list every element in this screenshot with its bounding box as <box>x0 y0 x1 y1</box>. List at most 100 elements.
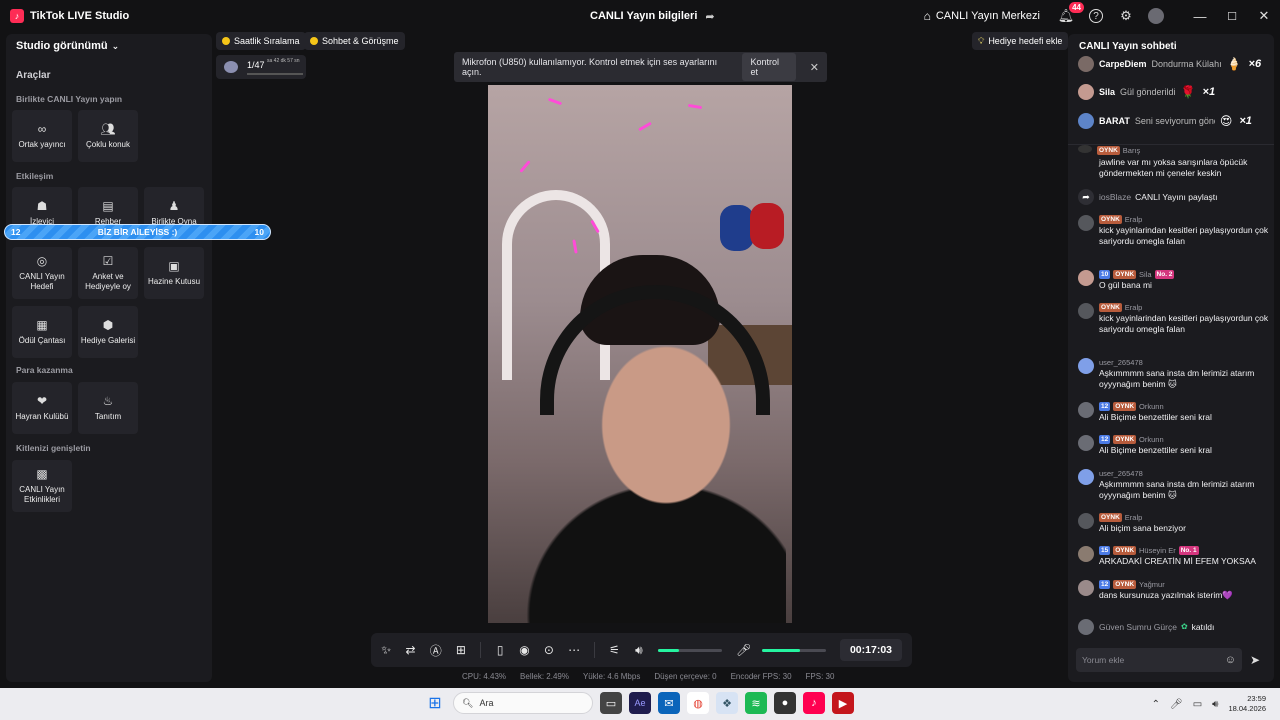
link-icon: ∞ <box>37 122 47 136</box>
stream-control-bar: ✨︎ ⇄ Ⓐ ⊞ ▯ ◉ ⊙ ⋯ ⚟ 🔊︎ 🎤︎ 00:17:03 <box>371 633 912 667</box>
live-center-button[interactable]: ⌂ CANLI Yayın Merkezi <box>924 9 1040 23</box>
fps-stat: FPS: 30 <box>805 672 835 681</box>
mic-slider[interactable] <box>762 648 826 652</box>
live-info-button[interactable]: CANLI Yayın bilgileri ➦ <box>590 0 715 32</box>
add-source-icon[interactable]: ⊞ <box>456 643 466 657</box>
tile-cohost[interactable]: ∞ Ortak yayıncı <box>12 110 72 162</box>
mic-tray-icon[interactable]: 🎤︎ <box>1170 699 1183 710</box>
phone-icon[interactable]: ▯ <box>495 643 505 657</box>
close-button[interactable]: ✕ <box>1248 0 1280 32</box>
ice-cream-icon: 🍦 <box>1226 57 1242 71</box>
rose-icon: 🌹 <box>1180 85 1196 99</box>
gift-row: BARAT Seni seviyorum gönder 😍 ×1 <box>1078 112 1268 130</box>
chrome-icon[interactable]: ◍ <box>687 692 709 714</box>
gallery-icon: ⬢ <box>102 318 114 332</box>
volume-slider[interactable] <box>658 648 723 652</box>
tile-live-events[interactable]: ▩ CANLI Yayın Etkinlikleri <box>12 460 72 512</box>
avatar <box>1078 270 1094 286</box>
help-button[interactable]: ? <box>1088 8 1104 24</box>
ranking-widget[interactable]: 1/47 sa 42 dk 57 sn <box>216 55 306 79</box>
tiktok-logo-icon: ♪ <box>10 9 24 23</box>
home-icon: ⌂ <box>923 9 931 23</box>
ai-icon[interactable]: Ⓐ <box>430 642 442 659</box>
maximize-button[interactable]: ☐ <box>1216 0 1248 32</box>
settings-button[interactable]: ⚙ <box>1118 8 1134 24</box>
avatar <box>1078 513 1094 529</box>
comment-placeholder: Yorum ekle <box>1082 655 1125 665</box>
emoji-icon[interactable]: ☺ <box>1225 654 1236 666</box>
target-icon: ◎ <box>36 254 48 268</box>
clock[interactable]: 23:59 18.04.2026 <box>1228 694 1266 714</box>
chat-message: OYNK Eralp Ali biçim sana benziyor <box>1078 512 1270 534</box>
record-icon[interactable]: ◉ <box>519 643 529 657</box>
tile-multi-guest[interactable]: 👥︎ Çoklu konuk <box>78 110 138 162</box>
chat-message: 12 OYNK Orkunn Ali Biçime benzettiler seni… <box>1078 401 1270 423</box>
section-engage: Etkileşim <box>16 171 54 181</box>
encoder-fps-stat: Encoder FPS: 30 <box>730 672 792 681</box>
tile-live-goal[interactable]: ◎ CANLI Yayın Hedefi <box>12 247 72 299</box>
gift-goal-button[interactable]: 💡︎ Hediye hedefi ekle <box>972 32 1069 50</box>
magic-wand-icon[interactable]: ✨︎ <box>381 643 391 658</box>
hourly-ranking-button[interactable]: Saatlik Sıralama <box>216 32 306 50</box>
comment-input[interactable]: Yorum ekle ☺ <box>1076 648 1242 672</box>
leaf-icon: ✿ <box>1180 622 1188 631</box>
gamepad-icon: ♟ <box>168 199 180 213</box>
chat-meet-button[interactable]: Sohbet & Görüşme <box>304 32 405 50</box>
studio-view-dropdown[interactable]: Studio görünümü ⌄ <box>16 40 119 52</box>
volume-tray-icon[interactable]: 🔊︎ <box>1212 699 1218 710</box>
tiktok-app-icon[interactable]: ♪ <box>803 692 825 714</box>
cpu-stat: CPU: 4.43% <box>462 672 507 681</box>
mixer-icon[interactable]: ⚟ <box>609 643 620 657</box>
chat-message: 15 OYNK Hüseyin Er No. 1 ARKADAKİ CREATİN M… <box>1078 545 1270 567</box>
tile-treasure[interactable]: ▣ Hazine Kutusu <box>144 247 204 299</box>
send-icon[interactable]: ➤ <box>1250 653 1260 667</box>
toast-close-icon[interactable]: ✕ <box>810 61 819 74</box>
video-glove-blue <box>720 205 754 251</box>
chat-message: OYNK Eralp kick yayinlarindan kesitleri p… <box>1078 214 1270 247</box>
share-icon: ➦ <box>705 10 715 23</box>
capture-icon[interactable]: ⊙ <box>544 643 554 657</box>
taskbar-search[interactable]: 🔍︎ Ara <box>453 692 593 714</box>
translate-icon[interactable]: ⇄ <box>405 643 416 657</box>
section-together: Birlikte CANLI Yayın yapın <box>16 94 123 104</box>
speaker-icon[interactable]: 🔊︎ <box>634 643 644 658</box>
profile-avatar[interactable] <box>1148 8 1164 24</box>
chat-coin-icon <box>310 37 318 45</box>
spotify-icon[interactable]: ≋ <box>745 692 767 714</box>
task-view-icon[interactable]: ▭ <box>600 692 622 714</box>
app-icon[interactable]: ● <box>774 692 796 714</box>
chat-share-event: ➦ iosBlaze CANLI Yayını paylaştı <box>1078 188 1270 205</box>
network-icon[interactable]: ▭ <box>1193 699 1202 710</box>
tile-promote[interactable]: ♨ Tanıtım <box>78 382 138 434</box>
tools-sidebar: Studio görünümü ⌄ Araçlar Birlikte CANLI… <box>6 34 212 682</box>
avatar <box>1078 546 1094 562</box>
minimize-button[interactable]: — <box>1184 0 1216 32</box>
chat-message: 12 OYNK Yağmur dans kursunuza yazılmak ist… <box>1078 579 1270 601</box>
tile-reward-bag[interactable]: ▦ Ödül Çantası <box>12 306 72 358</box>
chat-message-partial: OYNK Barış <box>1078 145 1270 156</box>
chevron-up-icon[interactable]: ⌃ <box>1152 699 1160 710</box>
settings-app-icon[interactable]: ❖ <box>716 692 738 714</box>
tile-poll[interactable]: ☑ Anket ve Hediyeyle oy <box>78 247 138 299</box>
check-button[interactable]: Kontrol et <box>742 53 796 81</box>
chevron-down-icon: ⌄ <box>111 40 120 51</box>
video-glove-red <box>750 203 784 249</box>
tile-gift-gallery[interactable]: ⬢ Hediye Galerisi <box>78 306 138 358</box>
live-studio-app-icon[interactable]: ▶ <box>832 692 854 714</box>
microphone-icon[interactable]: 🎤︎ <box>736 643 751 657</box>
outlook-icon[interactable]: ✉ <box>658 692 680 714</box>
live-timer: 00:17:03 <box>839 639 902 661</box>
windows-start-icon[interactable]: ⊞ <box>424 692 446 714</box>
dropped-frames-stat: Düşen çerçeve: 0 <box>654 672 717 681</box>
notifications-button[interactable]: 🔔︎ 44 <box>1058 2 1084 24</box>
more-icon[interactable]: ⋯ <box>568 643 580 657</box>
divider <box>480 642 481 658</box>
video-light <box>547 97 563 106</box>
ranking-avatar <box>224 61 238 73</box>
tile-fan-club[interactable]: ❤ Hayran Kulübü <box>12 382 72 434</box>
gift-row: CarpeDiem Dondurma Külahı 🍦 ×6 <box>1078 55 1268 73</box>
after-effects-icon[interactable]: Ae <box>629 692 651 714</box>
video-light <box>519 160 531 173</box>
bag-icon: ▦ <box>36 318 48 332</box>
chest-icon: ▣ <box>168 259 180 273</box>
